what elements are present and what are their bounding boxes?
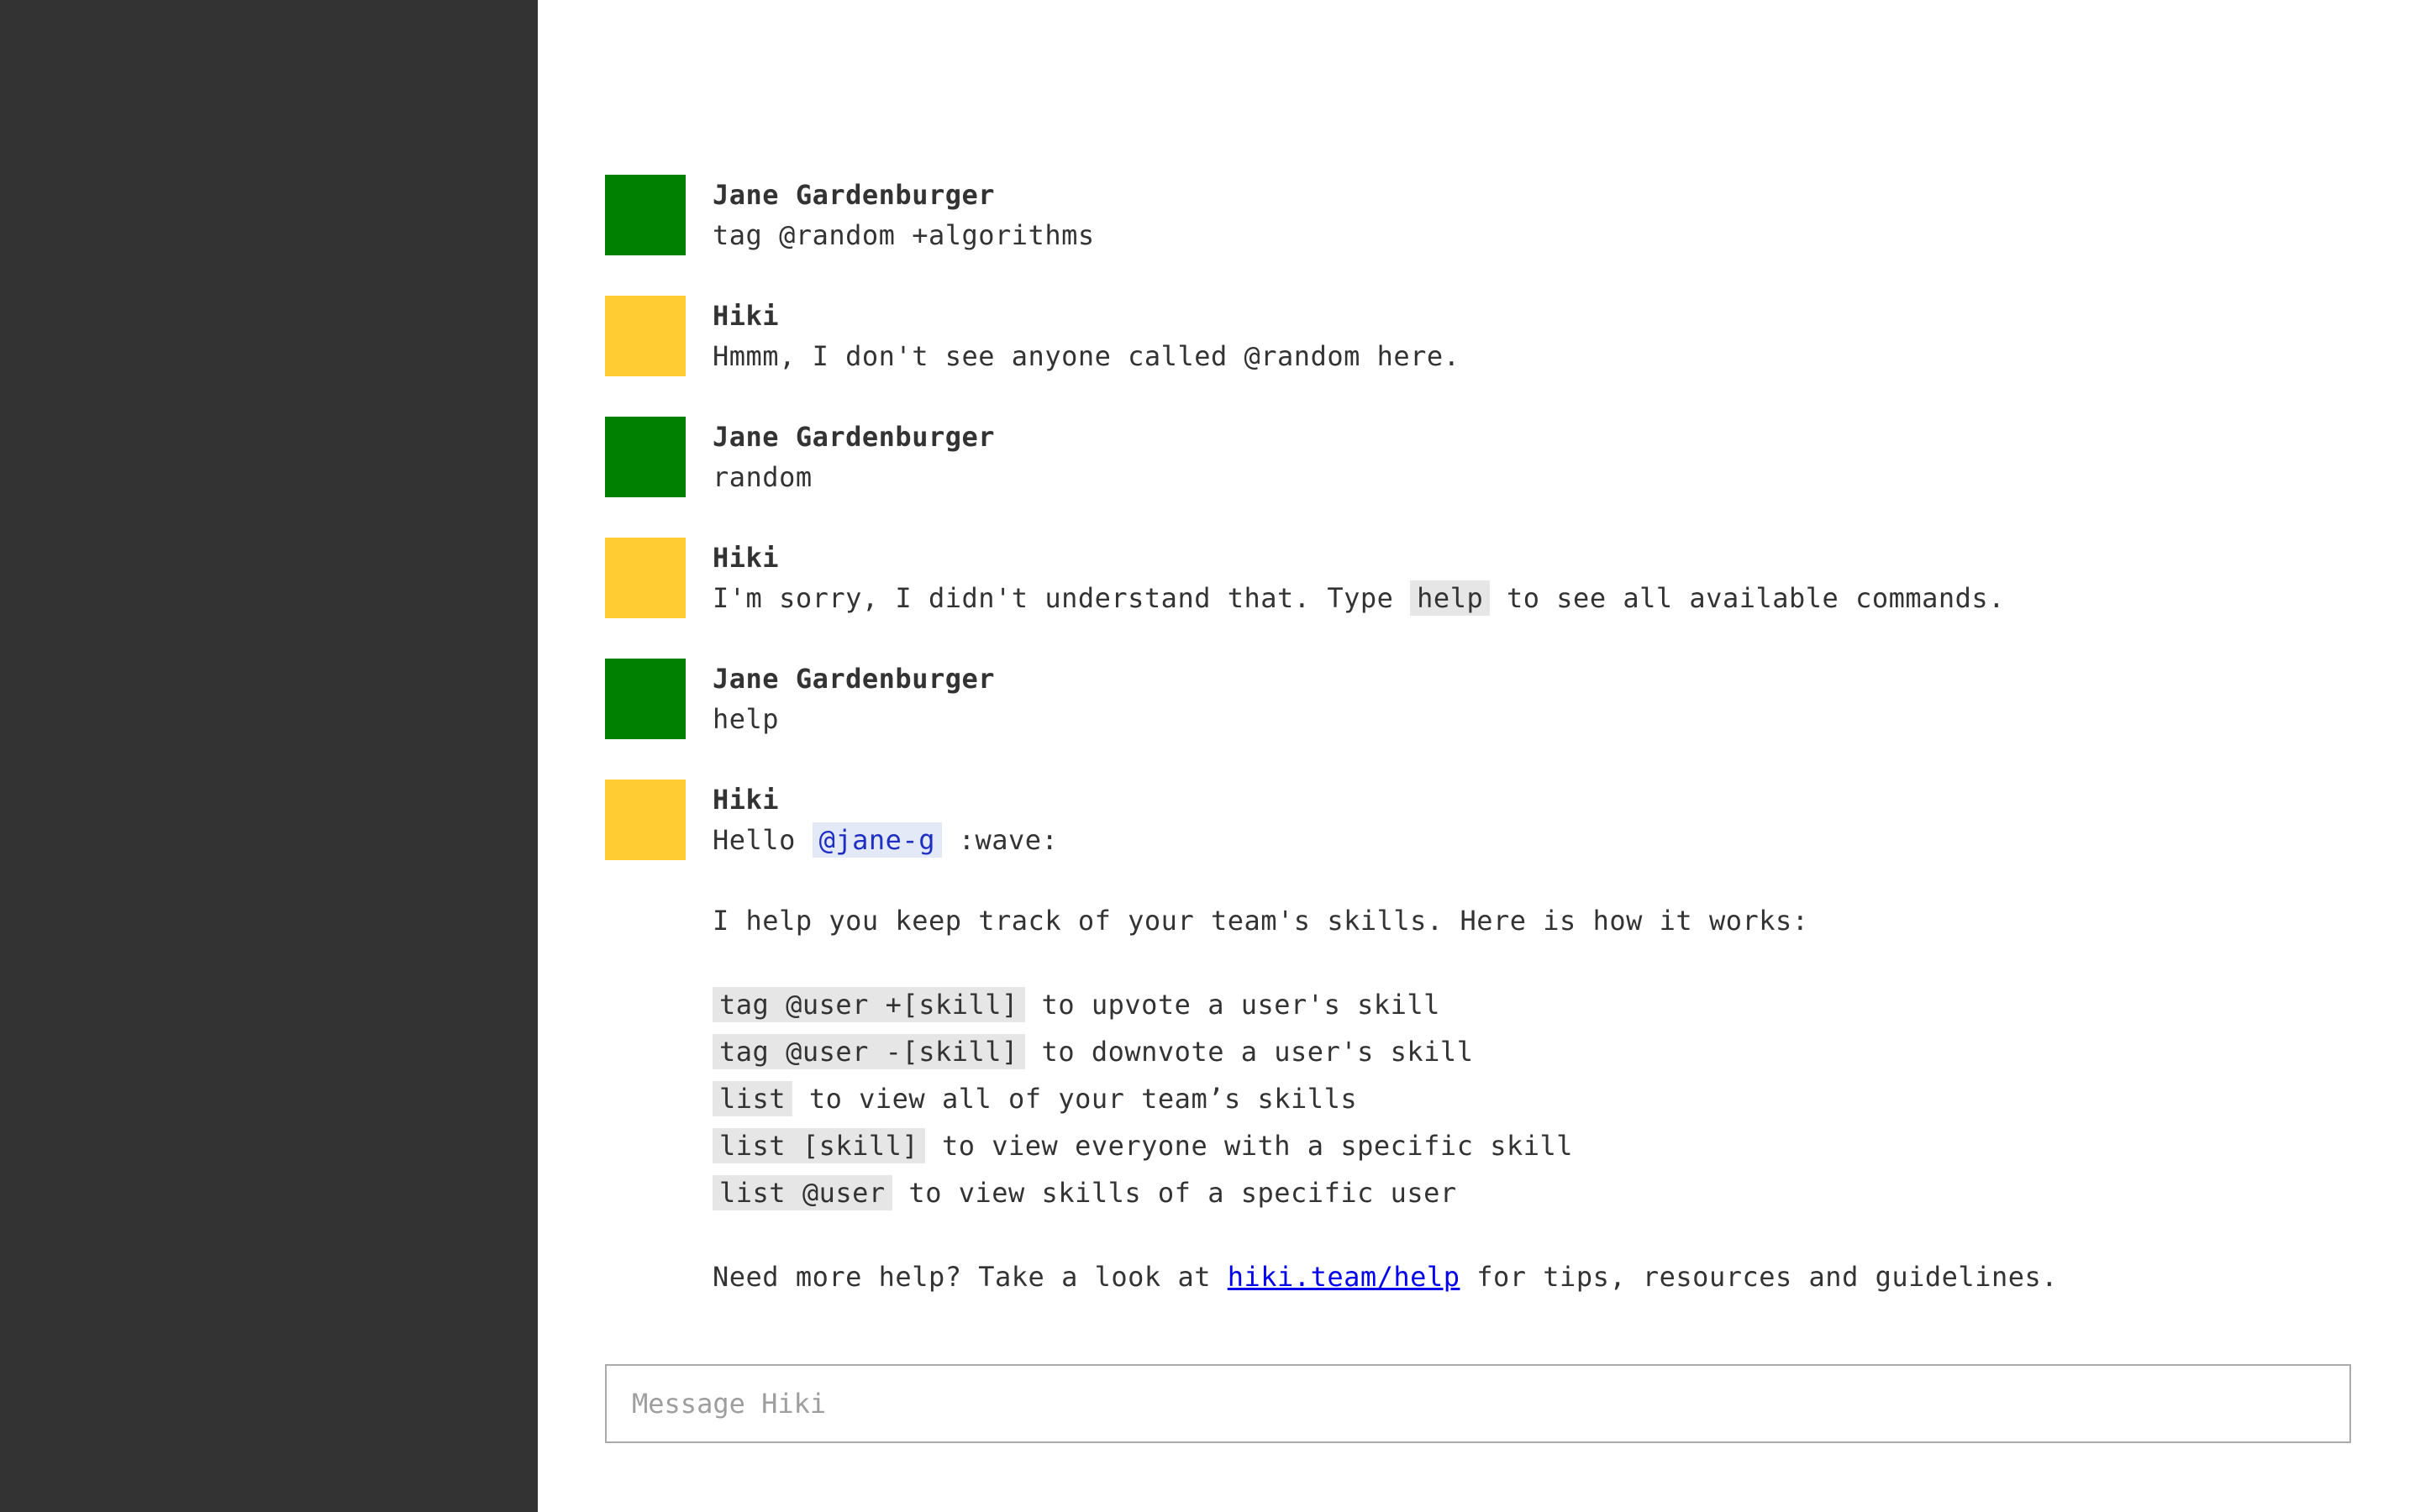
message-text: random bbox=[713, 461, 813, 493]
message-author: Jane Gardenburger bbox=[713, 179, 996, 211]
inline-code-help: help bbox=[1410, 580, 1491, 616]
message-user: Jane Gardenburger help bbox=[605, 659, 2353, 739]
chat-main: Jane Gardenburger tag @random +algorithm… bbox=[538, 0, 2420, 1512]
command-row: tag @user -[skill] to downvote a user's … bbox=[713, 1028, 2353, 1075]
command-row: list to view all of your team’s skills bbox=[713, 1075, 2353, 1122]
message-user: Jane Gardenburger tag @random +algorithm… bbox=[605, 175, 2353, 255]
bot-avatar bbox=[605, 780, 686, 860]
command-row: tag @user +[skill] to upvote a user's sk… bbox=[713, 981, 2353, 1028]
message-author: Hiki bbox=[713, 542, 780, 574]
help-line: Need more help? Take a look at hiki.team… bbox=[713, 1257, 2353, 1297]
user-avatar bbox=[605, 175, 686, 255]
message-text: tag @random +algorithms bbox=[713, 219, 1095, 251]
command-code: tag @user +[skill] bbox=[713, 987, 1025, 1022]
help-text-before: Need more help? Take a look at bbox=[713, 1261, 1211, 1293]
command-code: list [skill] bbox=[713, 1128, 926, 1163]
wave-emoji-text: :wave: bbox=[958, 824, 1059, 856]
command-desc: to upvote a user's skill bbox=[1041, 989, 1440, 1021]
command-desc: to view everyone with a specific skill bbox=[941, 1130, 1574, 1162]
command-desc: to downvote a user's skill bbox=[1041, 1036, 1474, 1068]
message-text: help bbox=[713, 703, 780, 735]
command-desc: to view all of your team’s skills bbox=[808, 1083, 1358, 1115]
message-body: Jane Gardenburger tag @random +algorithm… bbox=[713, 175, 2353, 255]
message-bot: Hiki Hmmm, I don't see anyone called @ra… bbox=[605, 296, 2353, 376]
message-composer bbox=[605, 1364, 2351, 1443]
message-author: Hiki bbox=[713, 784, 780, 816]
user-avatar bbox=[605, 417, 686, 497]
command-code: tag @user -[skill] bbox=[713, 1034, 1025, 1069]
command-row: list [skill] to view everyone with a spe… bbox=[713, 1122, 2353, 1169]
message-body: Jane Gardenburger random bbox=[713, 417, 2353, 497]
message-text: I'm sorry, I didn't understand that. Typ… bbox=[713, 578, 2353, 618]
message-body: Hiki Hello @jane-g :wave: I help you kee… bbox=[713, 780, 2353, 1297]
message-bot: Hiki I'm sorry, I didn't understand that… bbox=[605, 538, 2353, 618]
message-body: Hiki Hmmm, I don't see anyone called @ra… bbox=[713, 296, 2353, 376]
command-code: list bbox=[713, 1081, 793, 1116]
message-author: Jane Gardenburger bbox=[713, 421, 996, 453]
greeting-line: Hello @jane-g :wave: bbox=[713, 820, 2353, 860]
user-avatar bbox=[605, 659, 686, 739]
bot-avatar bbox=[605, 296, 686, 376]
command-row: list @user to view skills of a specific … bbox=[713, 1169, 2353, 1216]
greeting-text: Hello bbox=[713, 824, 796, 856]
sidebar bbox=[0, 0, 538, 1512]
message-text-before: I'm sorry, I didn't understand that. Typ… bbox=[713, 582, 1394, 614]
command-desc: to view skills of a specific user bbox=[908, 1177, 1457, 1209]
intro-text: I help you keep track of your team's ski… bbox=[713, 905, 1809, 937]
user-mention[interactable]: @jane-g bbox=[812, 822, 942, 858]
message-input[interactable] bbox=[607, 1366, 2349, 1441]
message-author: Hiki bbox=[713, 300, 780, 332]
message-bot: Hiki Hello @jane-g :wave: I help you kee… bbox=[605, 780, 2353, 1297]
help-text-after: for tips, resources and guidelines. bbox=[1476, 1261, 2059, 1293]
bot-avatar bbox=[605, 538, 686, 618]
message-text: Hmmm, I don't see anyone called @random … bbox=[713, 340, 1460, 372]
message-body: Hiki I'm sorry, I didn't understand that… bbox=[713, 538, 2353, 618]
message-list: Jane Gardenburger tag @random +algorithm… bbox=[605, 175, 2353, 1337]
message-text-after: to see all available commands. bbox=[1506, 582, 2005, 614]
message-author: Jane Gardenburger bbox=[713, 663, 996, 695]
help-link[interactable]: hiki.team/help bbox=[1228, 1261, 1460, 1293]
command-code: list @user bbox=[713, 1175, 892, 1210]
message-user: Jane Gardenburger random bbox=[605, 417, 2353, 497]
message-body: Jane Gardenburger help bbox=[713, 659, 2353, 739]
